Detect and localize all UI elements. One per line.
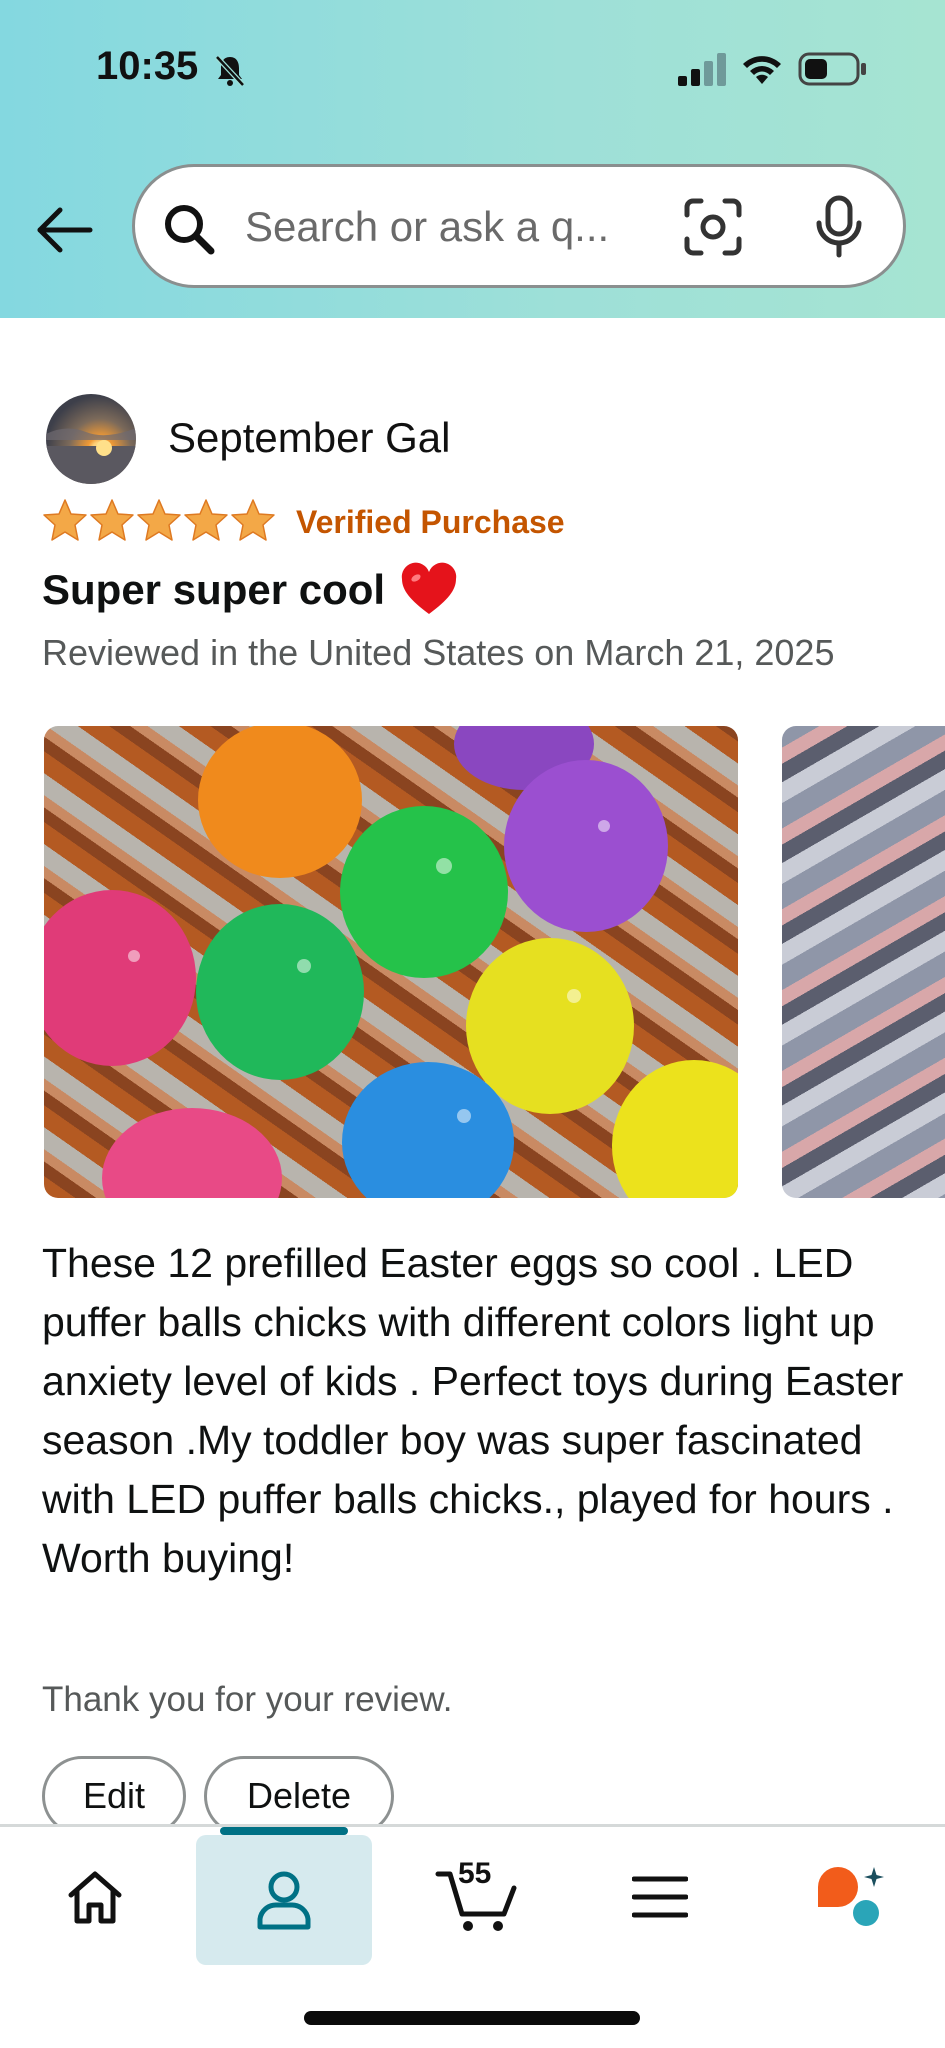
- star-icon: [43, 499, 87, 541]
- review-photo-2[interactable]: [782, 726, 945, 1198]
- star-icon: [90, 499, 134, 541]
- person-icon: [257, 1871, 311, 1930]
- app-header: 10:35 Search or ask a q...: [0, 0, 945, 318]
- reviewer-avatar: [46, 394, 136, 484]
- rufus-icon: [818, 1867, 884, 1926]
- star-icon: [137, 499, 181, 541]
- menu-icon: [632, 1876, 688, 1918]
- microphone-icon[interactable]: [811, 195, 867, 259]
- silent-bell-icon: [215, 55, 245, 87]
- search-input[interactable]: Search or ask a q...: [245, 203, 609, 251]
- easter-eggs-image: [44, 726, 738, 1198]
- wifi-icon: [743, 56, 781, 84]
- review-date: Reviewed in the United States on March 2…: [42, 632, 835, 673]
- nav-menu[interactable]: [585, 1827, 735, 1967]
- nav-rufus[interactable]: [780, 1827, 920, 1967]
- review-photo[interactable]: [44, 726, 738, 1198]
- star-icon: [231, 499, 275, 541]
- back-arrow-icon[interactable]: [34, 200, 96, 260]
- home-icon: [68, 1871, 122, 1924]
- battery-icon: [798, 52, 866, 86]
- thank-you-message: Thank you for your review.: [42, 1680, 453, 1719]
- selected-indicator: [220, 1827, 348, 1835]
- home-indicator: [304, 2011, 640, 2025]
- verified-purchase-badge: Verified Purchase: [296, 504, 565, 540]
- status-time: 10:35: [96, 44, 199, 88]
- review-body: These 12 prefilled Easter eggs so cool .…: [42, 1240, 904, 1581]
- star-rating: [43, 499, 275, 541]
- search-bar[interactable]: Search or ask a q...: [132, 164, 906, 288]
- nav-you[interactable]: [196, 1827, 372, 1965]
- nav-home[interactable]: [20, 1827, 170, 1967]
- review-title: Super super cool: [42, 566, 386, 613]
- heart-emoji-icon: [401, 562, 457, 614]
- cart-count: 55: [458, 1857, 492, 1890]
- cellular-signal-icon: [678, 53, 726, 86]
- bottom-navigation: 55: [0, 1824, 945, 2048]
- nav-cart[interactable]: 55: [402, 1827, 552, 1967]
- reviewer-name[interactable]: September Gal: [168, 414, 450, 462]
- search-icon: [165, 205, 215, 255]
- camera-lens-icon[interactable]: [683, 197, 743, 257]
- star-icon: [184, 499, 228, 541]
